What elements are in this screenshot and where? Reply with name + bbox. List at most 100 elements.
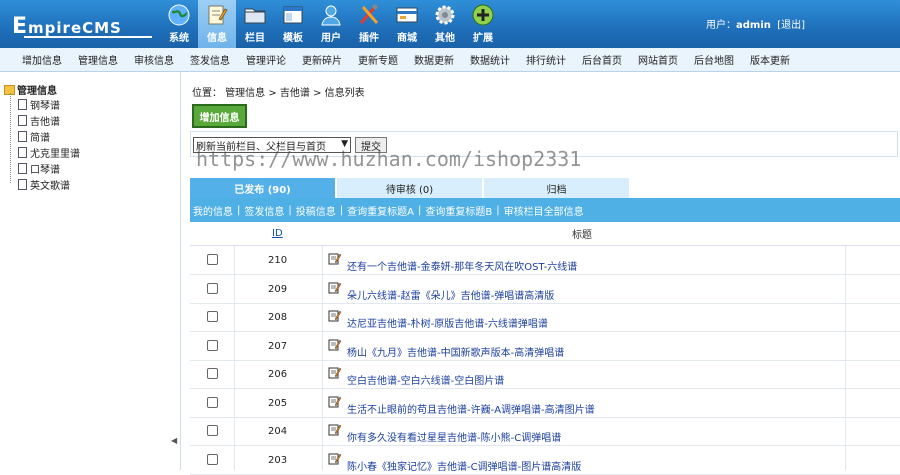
sub-nav-link[interactable]: 数据统计 bbox=[470, 52, 510, 67]
page-icon bbox=[18, 99, 27, 110]
sub-nav-link[interactable]: 排行统计 bbox=[526, 52, 566, 67]
add-info-button[interactable]: 增加信息 bbox=[192, 104, 247, 128]
row-id: 210 bbox=[268, 255, 288, 266]
row-title-link[interactable]: 还有一个吉他谱-金泰妍-那年冬天风在吹OST-六线谱 bbox=[347, 258, 577, 273]
row-checkbox[interactable] bbox=[207, 368, 218, 379]
sub-nav-link[interactable]: 网站首页 bbox=[638, 52, 678, 67]
edit-icon[interactable] bbox=[328, 338, 342, 351]
filter-link[interactable]: 投稿信息 bbox=[296, 203, 336, 218]
refresh-select-value: 刷新当前栏目、父栏目与首页 bbox=[196, 141, 326, 153]
filter-link[interactable]: 查询重复标题B bbox=[425, 203, 492, 218]
row-id: 204 bbox=[268, 426, 288, 437]
status-tab[interactable]: 待审核 (0) bbox=[337, 178, 482, 198]
chevron-down-icon: ▼ bbox=[341, 139, 348, 149]
filter-link[interactable]: 签发信息 bbox=[244, 203, 284, 218]
top-nav-item[interactable]: 插件 bbox=[350, 0, 388, 48]
sub-nav-link[interactable]: 数据更新 bbox=[414, 52, 454, 67]
empirecms-logo: EmpireCMS bbox=[6, 8, 158, 42]
tree-item[interactable]: 英文歌谱 bbox=[18, 177, 70, 192]
collapse-arrow-icon[interactable]: ◀ bbox=[171, 436, 177, 445]
sub-nav-link[interactable]: 管理信息 bbox=[78, 52, 118, 67]
sub-nav-link[interactable]: 版本更新 bbox=[750, 52, 790, 67]
row-title-link[interactable]: 陈小春《独家记忆》吉他谱-C调弹唱谱-图片谱高清版 bbox=[347, 458, 581, 473]
top-nav-item[interactable]: 商城 bbox=[388, 0, 426, 48]
sub-nav-link[interactable]: 审核信息 bbox=[134, 52, 174, 67]
top-nav-label: 栏目 bbox=[245, 33, 265, 44]
edit-icon[interactable] bbox=[328, 452, 342, 465]
edit-icon[interactable] bbox=[328, 366, 342, 379]
row-checkbox[interactable] bbox=[207, 453, 218, 465]
top-nav-item[interactable]: 扩展 bbox=[464, 0, 502, 48]
tree-item-label: 钢琴谱 bbox=[30, 101, 60, 112]
column-divider bbox=[234, 246, 235, 470]
table-row: 203 陈小春《独家记忆》吉他谱-C调弹唱谱-图片谱高清版 bbox=[190, 446, 900, 475]
row-title-link[interactable]: 达尼亚吉他谱-朴树-原版吉他谱-六线谱弹唱谱 bbox=[347, 315, 548, 330]
row-title-link[interactable]: 朵儿六线谱-赵雷《朵儿》吉他谱-弹唱谱高清版 bbox=[347, 287, 554, 302]
top-nav-item[interactable]: 其他 bbox=[426, 0, 464, 48]
tree-item[interactable]: 吉他谱 bbox=[18, 113, 60, 128]
filter-link[interactable]: 查询重复标题A bbox=[347, 203, 414, 218]
top-nav-label: 模板 bbox=[283, 33, 303, 44]
sort-by-id-link[interactable]: ID bbox=[272, 228, 283, 239]
window-icon bbox=[281, 3, 305, 27]
top-nav-item[interactable]: 系统 bbox=[160, 0, 198, 48]
row-id: 209 bbox=[268, 283, 288, 295]
row-checkbox[interactable] bbox=[207, 396, 218, 408]
row-checkbox[interactable] bbox=[207, 254, 218, 265]
edit-icon[interactable] bbox=[328, 423, 342, 436]
row-id: 207 bbox=[268, 340, 288, 352]
tree-item-label: 口琴谱 bbox=[30, 165, 60, 176]
column-divider bbox=[322, 246, 323, 470]
tree-item[interactable]: 简谱 bbox=[18, 129, 50, 144]
sub-nav-link[interactable]: 更新碎片 bbox=[302, 52, 342, 67]
tree-item[interactable]: 钢琴谱 bbox=[18, 97, 60, 112]
row-id: 206 bbox=[268, 369, 288, 380]
row-checkbox[interactable] bbox=[207, 311, 218, 322]
submit-button[interactable]: 提交 bbox=[355, 137, 387, 153]
status-tab[interactable]: 归档 bbox=[484, 178, 629, 198]
tree-item-label: 英文歌谱 bbox=[30, 181, 70, 192]
tree-item[interactable]: 尤克里里谱 bbox=[18, 145, 80, 160]
edit-icon[interactable] bbox=[328, 281, 342, 294]
row-title-link[interactable]: 你有多久没有看过星星吉他谱-陈小熊-C调弹唱谱 bbox=[347, 429, 561, 444]
panel-splitter[interactable] bbox=[180, 72, 181, 470]
sub-nav-link[interactable]: 更新专题 bbox=[358, 52, 398, 67]
edit-icon[interactable] bbox=[328, 395, 342, 408]
row-title-link[interactable]: 生活不止眼前的苟且吉他谱-许巍-A调弹唱谱-高清图片谱 bbox=[347, 401, 595, 416]
breadcrumb: 位置： 管理信息 > 吉他谱 > 信息列表 bbox=[192, 88, 365, 99]
filter-link[interactable]: 我的信息 bbox=[193, 203, 233, 218]
table-row: 205 生活不止眼前的苟且吉他谱-许巍-A调弹唱谱-高清图片谱 bbox=[190, 389, 900, 418]
row-checkbox[interactable] bbox=[207, 425, 218, 436]
table-row: 206 空白吉他谱-空白六线谱-空白图片谱 bbox=[190, 360, 900, 389]
separator: | bbox=[237, 204, 241, 216]
tree-root[interactable]: 管理信息 bbox=[4, 82, 57, 97]
top-nav-label: 其他 bbox=[435, 33, 455, 44]
separator: | bbox=[496, 204, 500, 216]
sub-nav-link[interactable]: 后台地图 bbox=[694, 52, 734, 67]
row-id: 208 bbox=[268, 312, 288, 323]
tree-item-label: 尤克里里谱 bbox=[30, 149, 80, 160]
row-checkbox[interactable] bbox=[207, 282, 218, 294]
status-tab[interactable]: 已发布 (90) bbox=[190, 178, 335, 198]
edit-icon[interactable] bbox=[328, 309, 342, 322]
top-nav-item[interactable]: 用户 bbox=[312, 0, 350, 48]
row-checkbox[interactable] bbox=[207, 339, 218, 351]
row-title-link[interactable]: 空白吉他谱-空白六线谱-空白图片谱 bbox=[347, 372, 504, 387]
sub-nav-link[interactable]: 管理评论 bbox=[246, 52, 286, 67]
page-icon bbox=[18, 115, 27, 126]
separator: | bbox=[417, 204, 422, 216]
table-row: 210 还有一个吉他谱-金泰妍-那年冬天风在吹OST-六线谱 bbox=[190, 246, 900, 275]
logout-link[interactable]: [退出] bbox=[777, 20, 805, 31]
top-nav: 系统 信息 栏目 模板 用户 插件 商城 其他 扩展 bbox=[160, 0, 502, 48]
refresh-select[interactable]: 刷新当前栏目、父栏目与首页 ▼ bbox=[193, 137, 351, 153]
top-nav-item[interactable]: 模板 bbox=[274, 0, 312, 48]
tree-item[interactable]: 口琴谱 bbox=[18, 161, 60, 176]
sub-nav-link[interactable]: 增加信息 bbox=[22, 52, 62, 67]
filter-link[interactable]: 审核栏目全部信息 bbox=[504, 203, 584, 218]
top-nav-item[interactable]: 信息 bbox=[198, 0, 236, 48]
sub-nav-link[interactable]: 签发信息 bbox=[190, 52, 230, 67]
top-nav-item[interactable]: 栏目 bbox=[236, 0, 274, 48]
row-title-link[interactable]: 杨山《九月》吉他谱-中国新歌声版本-高清弹唱谱 bbox=[347, 344, 564, 359]
edit-icon[interactable] bbox=[328, 252, 342, 265]
sub-nav-link[interactable]: 后台首页 bbox=[582, 52, 622, 67]
